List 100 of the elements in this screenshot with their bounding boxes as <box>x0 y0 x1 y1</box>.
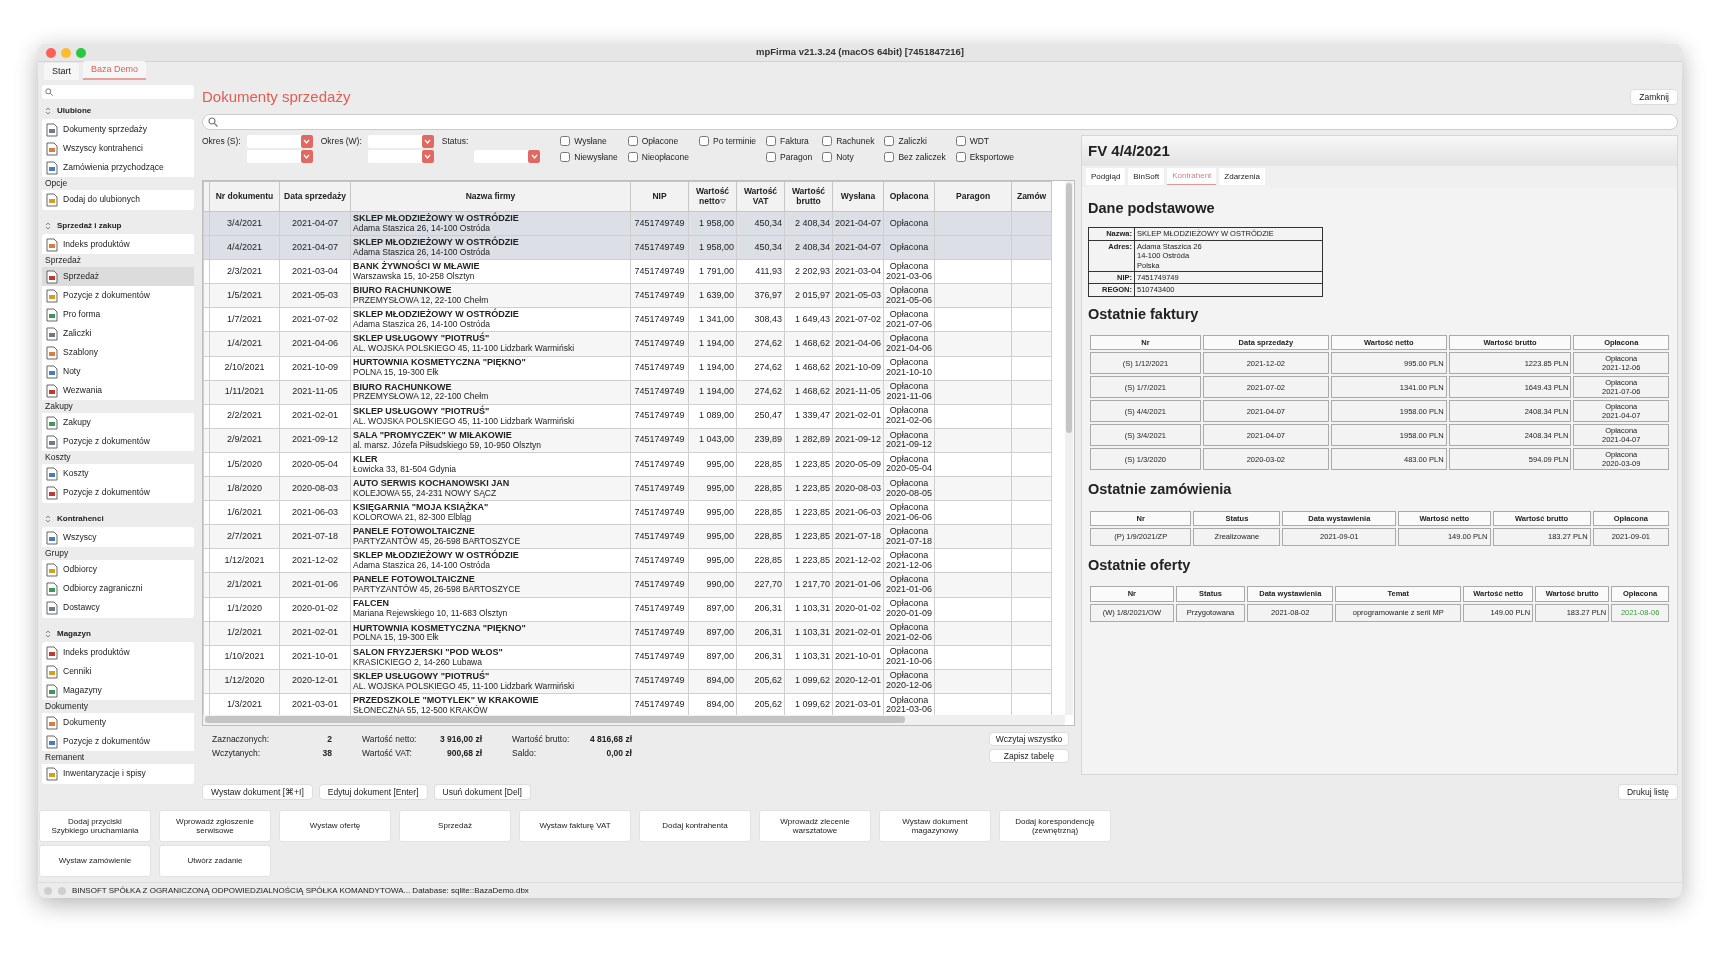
sidebar-item[interactable]: Pro forma <box>42 305 194 324</box>
sidebar-item[interactable]: Inwentaryzacje i spisy <box>42 764 194 783</box>
checkbox[interactable] <box>955 136 966 146</box>
tab[interactable]: Podgląd <box>1086 168 1126 185</box>
tab[interactable]: BinSoft <box>1128 168 1165 185</box>
column-header[interactable]: Nr dokumentu <box>209 181 280 212</box>
dropdown[interactable] <box>246 150 313 163</box>
collapse-icon[interactable] <box>45 630 51 638</box>
sidebar-item[interactable]: Koszty <box>42 464 194 483</box>
close-button[interactable]: Zamknij <box>1630 88 1678 106</box>
checkbox[interactable] <box>884 136 895 146</box>
checkbox[interactable] <box>560 152 571 162</box>
column-header[interactable]: Wartość brutto <box>784 181 833 212</box>
sidebar-item[interactable]: Dodaj do ulubionych <box>42 190 194 209</box>
sidebar-item[interactable]: Dostawcy <box>42 598 194 617</box>
sidebar-item[interactable]: Odbiorcy zagraniczni <box>42 579 194 598</box>
collapse-icon[interactable] <box>45 515 51 523</box>
quick-button[interactable]: Dodaj kontrahenta <box>639 810 751 842</box>
company-name: SKLEP USŁUGOWY "PIOTRUŚ" <box>353 406 491 417</box>
quick-button[interactable]: Wprowadź zgłoszenie serwisowe <box>159 810 271 842</box>
collapse-icon[interactable] <box>45 107 51 115</box>
quick-button[interactable]: Wystaw zamówienie <box>39 845 151 877</box>
quick-button[interactable]: Dodaj przyciski Szybkiego uruchamiania <box>39 810 151 842</box>
table-button[interactable]: Zapisz tabelę <box>989 749 1069 764</box>
sidebar-item[interactable]: Zaliczki <box>42 324 194 343</box>
sidebar-item[interactable]: Szablony <box>42 343 194 362</box>
sidebar-item[interactable]: Zamówienia przychodzące <box>42 158 194 177</box>
checkbox[interactable] <box>699 136 709 146</box>
checkbox[interactable] <box>627 136 638 146</box>
zoom-button[interactable] <box>76 47 86 58</box>
sidebar-item[interactable]: Pozycje z dokumentów <box>42 732 194 751</box>
sidebar-item[interactable]: Dokumenty <box>42 713 194 732</box>
tab[interactable]: Start <box>44 62 79 80</box>
dropdown[interactable] <box>246 135 313 148</box>
checkbox[interactable] <box>766 152 776 162</box>
column-header[interactable]: Nazwa firmy <box>350 181 631 212</box>
sidebar-item[interactable]: Cenniki <box>42 662 194 681</box>
checkbox[interactable] <box>884 152 895 162</box>
checkbox[interactable] <box>822 152 833 162</box>
quick-button[interactable]: Wystaw fakturę VAT <box>519 810 631 842</box>
quick-button[interactable]: Wprowadź zlecenie warsztatowe <box>759 810 871 842</box>
column-header[interactable]: NIP <box>630 181 689 212</box>
close-button[interactable] <box>46 47 56 58</box>
sidebar-item[interactable]: Pozycje z dokumentów <box>42 286 194 305</box>
checkbox[interactable] <box>766 136 776 146</box>
sidebar-item[interactable]: Pozycje z dokumentów <box>42 483 194 502</box>
dropdown[interactable] <box>474 150 541 163</box>
horizontal-scrollbar[interactable] <box>203 715 1065 725</box>
quick-button[interactable]: Wystaw dokument magazynowy <box>879 810 991 842</box>
print-button[interactable]: Drukuj listę <box>1617 783 1678 801</box>
action-button[interactable]: Usuń dokument [Del] <box>433 783 531 801</box>
checkbox[interactable] <box>560 136 571 146</box>
company-name: BIURO RACHUNKOWE <box>353 382 453 393</box>
sidebar-item[interactable]: Dokumenty sprzedaży <box>42 120 194 139</box>
column-header[interactable]: Data sprzedaży <box>279 181 351 212</box>
vertical-scrollbar[interactable] <box>1065 181 1073 715</box>
quick-button[interactable]: Sprzedaż <box>399 810 511 842</box>
column-header[interactable]: Opłacona <box>883 181 935 212</box>
status-dot <box>44 886 52 895</box>
column-header[interactable]: Zamów <box>1011 181 1052 212</box>
search-field[interactable] <box>202 114 1678 130</box>
document-icon <box>46 562 58 577</box>
sidebar-item[interactable]: Wszyscy kontrahenci <box>42 139 194 158</box>
company-name: SKLEP MŁODZIEŻOWY W OSTRÓDZIE <box>353 238 520 248</box>
table-button[interactable]: Wczytaj wszystko <box>989 732 1069 747</box>
quick-button[interactable]: Utwórz zadanie <box>159 845 271 877</box>
table-cell: 1 223,85 <box>784 548 833 573</box>
checkbox[interactable] <box>627 152 638 162</box>
sidebar-item[interactable]: Noty <box>42 362 194 381</box>
sidebar-item[interactable]: Indeks produktów <box>42 235 194 254</box>
sidebar-item[interactable]: Wezwania <box>42 381 194 400</box>
sidebar-item[interactable]: Pozycje z dokumentów <box>42 432 194 451</box>
action-button[interactable]: Edytuj dokument [Enter] <box>318 783 428 801</box>
quick-button[interactable]: Dodaj korespondencję (zewnętrzną) <box>999 810 1111 842</box>
document-icon <box>46 683 58 698</box>
search-field[interactable] <box>42 85 194 99</box>
column-header[interactable]: Wartość VAT <box>736 181 785 212</box>
table-cell: 7451749749 <box>630 597 689 622</box>
quick-button[interactable]: Wystaw ofertę <box>279 810 391 842</box>
checkbox[interactable] <box>822 136 833 146</box>
column-header[interactable]: Wartość netto <box>688 181 737 212</box>
section-heading: Ostatnie faktury <box>1088 305 1200 324</box>
sidebar-item[interactable]: Sprzedaż <box>42 267 194 286</box>
sidebar-item[interactable]: Zakupy <box>42 413 194 432</box>
table-row[interactable]: 3/4/2021 2021-04-07 SKLEP MŁODZIEŻOWY W OSTRÓDZIE Adama Staszica 26, 14-100 Ostróda 7451749749 1 958,00 450,34 2 408,34 2021-04-07 Opłacona <box>203 211 1052 236</box>
tab[interactable]: Zdarzenia <box>1219 168 1265 185</box>
dropdown[interactable] <box>367 150 434 163</box>
collapse-icon[interactable] <box>45 222 51 230</box>
table-row[interactable]: 4/4/2021 2021-04-07 SKLEP MŁODZIEŻOWY W OSTRÓDZIE Adama Staszica 26, 14-100 Ostróda 7451749749 1 958,00 450,34 2 408,34 2021-04-07 Opłacona <box>203 235 1052 260</box>
column-header[interactable]: Wysłana <box>832 181 884 212</box>
dropdown[interactable] <box>367 135 434 148</box>
column-header[interactable]: Paragon <box>934 181 1012 212</box>
sidebar-item[interactable]: Magazyny <box>42 681 194 700</box>
checkbox[interactable] <box>955 152 966 162</box>
company-address: PARTYZANTÓW 45, 26-598 BARTOSZYCE <box>353 585 522 595</box>
document-icon <box>46 645 58 660</box>
action-button[interactable]: Wystaw dokument [⌘+I] <box>202 783 313 801</box>
sidebar-item[interactable]: Indeks produktów <box>42 643 194 662</box>
sidebar-item[interactable]: Wszyscy <box>42 528 194 547</box>
sidebar-item[interactable]: Odbiorcy <box>42 560 194 579</box>
